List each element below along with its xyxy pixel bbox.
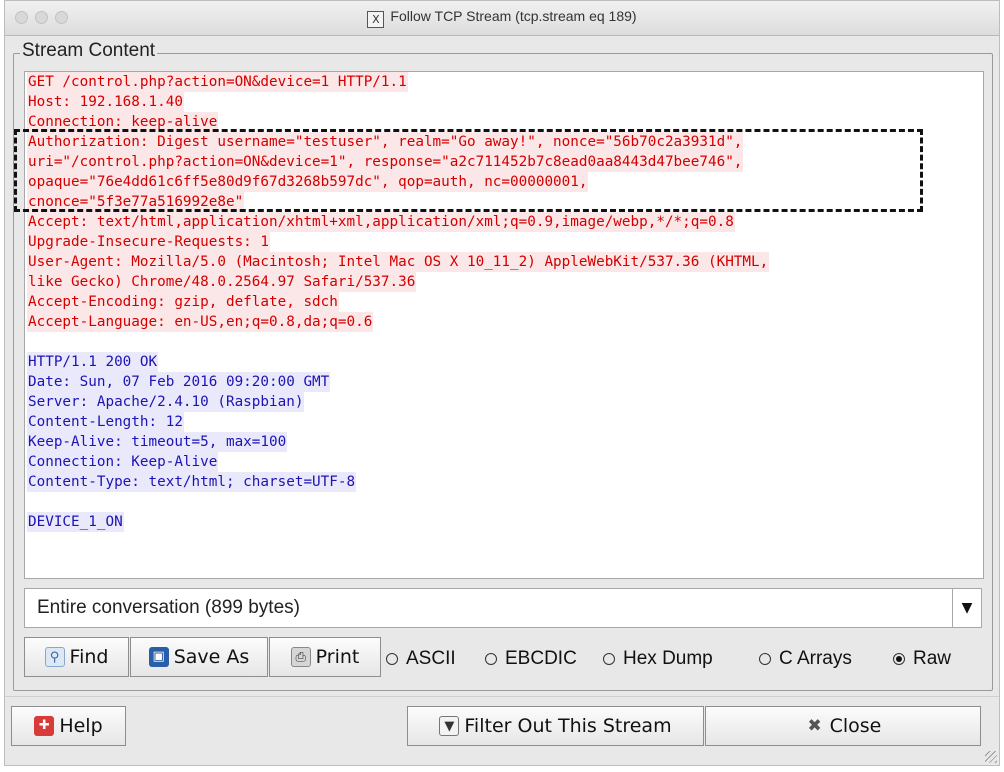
request-line: uri="/control.php?action=ON&device=1", r… <box>27 152 744 172</box>
filter-out-stream-button[interactable]: ▼ Filter Out This Stream <box>407 706 704 746</box>
floppy-disk-icon: ▣ <box>148 647 169 667</box>
radio-ebcdic[interactable]: EBCDIC <box>485 648 577 670</box>
request-line: Accept: text/html,application/xhtml+xml,… <box>27 212 735 232</box>
radio-ascii-label: ASCII <box>406 648 456 669</box>
save-as-button[interactable]: ▣ Save As <box>130 637 268 677</box>
request-line: Host: 192.168.1.40 <box>27 92 184 112</box>
response-line: Server: Apache/2.4.10 (Raspbian) <box>27 392 305 412</box>
radio-hex-dump-label: Hex Dump <box>623 648 713 669</box>
radio-raw-label: Raw <box>913 648 952 669</box>
request-line: cnonce="5f3e77a516992e8e" <box>27 192 245 212</box>
response-line: Connection: Keep-Alive <box>27 452 219 472</box>
radio-c-arrays[interactable]: C Arrays <box>759 648 852 670</box>
title-bar: X Follow TCP Stream (tcp.stream eq 189) <box>5 1 999 36</box>
radio-dot-selected <box>893 653 905 665</box>
window-title: Follow TCP Stream (tcp.stream eq 189) <box>390 8 637 24</box>
request-line: Accept-Encoding: gzip, deflate, sdch <box>27 292 339 312</box>
conversation-select[interactable]: Entire conversation (899 bytes) ▼ <box>24 588 982 628</box>
radio-dot <box>603 653 615 665</box>
footer-separator <box>5 696 999 697</box>
help-button[interactable]: ✚ Help <box>11 706 126 746</box>
save-as-label: Save As <box>173 646 250 668</box>
request-line: opaque="76e4dd61c6ff5e80d9f67d3268b597dc… <box>27 172 589 192</box>
response-line: HTTP/1.1 200 OK <box>27 352 159 372</box>
request-line: like Gecko) Chrome/48.0.2564.97 Safari/5… <box>27 272 417 292</box>
find-label: Find <box>69 646 109 668</box>
magnifier-icon: ⚲ <box>44 647 65 667</box>
help-label: Help <box>59 715 103 737</box>
request-line: Upgrade-Insecure-Requests: 1 <box>27 232 271 252</box>
filter-icon: ▼ <box>439 716 460 736</box>
radio-dot <box>759 653 771 665</box>
conversation-select-value: Entire conversation (899 bytes) <box>37 597 300 618</box>
request-line: Connection: keep-alive <box>27 112 219 132</box>
window-title-wrap: X Follow TCP Stream (tcp.stream eq 189) <box>5 8 999 28</box>
print-label: Print <box>315 646 360 668</box>
response-line: Content-Type: text/html; charset=UTF-8 <box>27 472 357 492</box>
stream-content-text[interactable]: GET /control.php?action=ON&device=1 HTTP… <box>24 71 984 579</box>
stream-content-legend: Stream Content <box>20 40 158 62</box>
lifebuoy-icon: ✚ <box>34 716 55 736</box>
close-button[interactable]: ✖ Close <box>705 706 981 746</box>
radio-hex-dump[interactable]: Hex Dump <box>603 648 713 670</box>
radio-ebcdic-label: EBCDIC <box>505 648 577 669</box>
radio-dot <box>386 653 398 665</box>
close-x-icon: ✖ <box>807 716 822 736</box>
request-line: Accept-Language: en-US,en;q=0.8,da;q=0.6 <box>27 312 374 332</box>
radio-raw[interactable]: Raw <box>893 648 951 670</box>
response-line: Content-Length: 12 <box>27 412 184 432</box>
request-line: Authorization: Digest username="testuser… <box>27 132 744 152</box>
dropdown-arrow-icon[interactable]: ▼ <box>952 589 981 627</box>
follow-tcp-stream-window: X Follow TCP Stream (tcp.stream eq 189) S… <box>4 0 1000 766</box>
response-line: Keep-Alive: timeout=5, max=100 <box>27 432 288 452</box>
request-line: GET /control.php?action=ON&device=1 HTTP… <box>27 72 408 92</box>
find-button[interactable]: ⚲ Find <box>24 637 129 677</box>
radio-c-arrays-label: C Arrays <box>779 648 852 669</box>
x11-app-icon: X <box>367 11 385 28</box>
request-line: User-Agent: Mozilla/5.0 (Macintosh; Inte… <box>27 252 770 272</box>
print-button[interactable]: ⎙ Print <box>269 637 381 677</box>
printer-icon: ⎙ <box>290 647 311 667</box>
response-line: Date: Sun, 07 Feb 2016 09:20:00 GMT <box>27 372 331 392</box>
close-label: Close <box>829 715 882 737</box>
response-body: DEVICE_1_ON <box>27 512 124 532</box>
radio-dot <box>485 653 497 665</box>
filter-out-label: Filter Out This Stream <box>464 715 672 737</box>
resize-grip-icon[interactable] <box>985 751 997 763</box>
radio-ascii[interactable]: ASCII <box>386 648 456 670</box>
